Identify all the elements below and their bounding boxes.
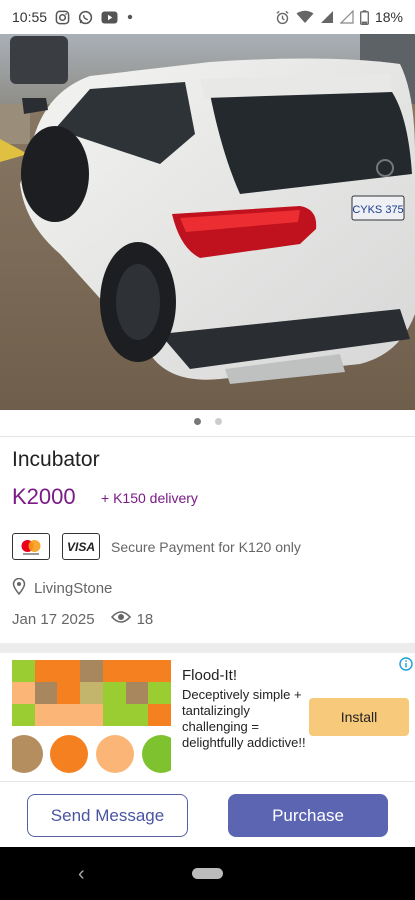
delivery-fee: + K150 delivery bbox=[101, 490, 198, 506]
ad-game-board bbox=[12, 660, 171, 726]
youtube-icon bbox=[101, 11, 118, 24]
action-bar: Send Message Purchase bbox=[0, 781, 415, 848]
status-bar: 10:55 18% bbox=[0, 0, 415, 34]
info-icon[interactable] bbox=[399, 657, 413, 671]
status-right: 18% bbox=[275, 9, 403, 25]
wifi-icon bbox=[296, 10, 314, 24]
purchase-button[interactable]: Purchase bbox=[228, 794, 388, 837]
signal-icon bbox=[320, 10, 334, 24]
eye-icon bbox=[110, 610, 131, 628]
send-message-button[interactable]: Send Message bbox=[27, 794, 188, 837]
carousel-dot[interactable] bbox=[214, 418, 222, 425]
status-left: 10:55 bbox=[12, 9, 134, 25]
listing-title: Incubator bbox=[12, 448, 100, 471]
section-divider bbox=[0, 643, 415, 653]
views-count: 18 bbox=[110, 610, 154, 628]
ad-title: Flood-It! bbox=[182, 667, 238, 684]
whatsapp-icon bbox=[78, 10, 93, 25]
battery-percent: 18% bbox=[374, 9, 403, 25]
mastercard-logo bbox=[12, 533, 50, 560]
location-row: LivingStone bbox=[12, 577, 113, 599]
ad-description: Deceptively simple + tantalizingly chall… bbox=[182, 687, 306, 750]
car-photo: CYKS 375 bbox=[0, 34, 415, 410]
home-pill-icon[interactable] bbox=[192, 868, 223, 879]
divider bbox=[0, 436, 415, 437]
carousel-dot[interactable] bbox=[193, 418, 201, 425]
views-number: 18 bbox=[136, 610, 154, 628]
carousel-indicator bbox=[0, 418, 415, 425]
clock: 10:55 bbox=[12, 9, 48, 25]
signal-weak-icon bbox=[339, 10, 354, 24]
instagram-icon bbox=[55, 10, 70, 25]
system-nav-bar: ‹ bbox=[0, 847, 415, 900]
svg-text:CYKS 375: CYKS 375 bbox=[352, 204, 403, 216]
ad-banner[interactable]: Flood-It! Deceptively simple + tantalizi… bbox=[0, 653, 415, 780]
install-button[interactable]: Install bbox=[309, 698, 409, 736]
location-pin-icon bbox=[12, 577, 26, 599]
alarm-icon bbox=[275, 10, 290, 25]
ad-color-balls bbox=[12, 732, 171, 776]
battery-icon bbox=[360, 9, 369, 25]
listing-photo[interactable]: CYKS 375 bbox=[0, 34, 415, 410]
dot-icon bbox=[126, 13, 134, 21]
secure-payment-text: Secure Payment for K120 only bbox=[111, 539, 301, 555]
listing-date: Jan 17 2025 bbox=[12, 610, 95, 628]
visa-logo: VISA bbox=[62, 533, 100, 560]
meta-row: Jan 17 2025 18 bbox=[12, 610, 153, 628]
listing-price: K2000 bbox=[12, 484, 76, 509]
back-chevron-icon[interactable]: ‹ bbox=[78, 863, 85, 886]
location-text: LivingStone bbox=[34, 580, 113, 597]
